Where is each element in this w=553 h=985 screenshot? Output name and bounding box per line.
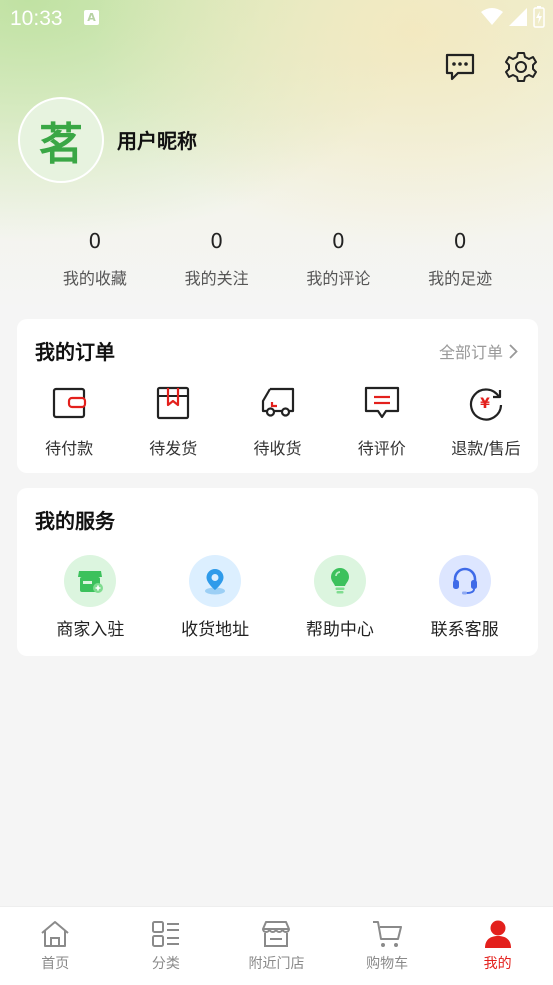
service-label: 收货地址 [181, 620, 250, 640]
truck-icon [261, 387, 294, 417]
stat-history[interactable]: 0 我的足迹 [399, 229, 521, 289]
tab-label: 分类 [151, 956, 180, 972]
order-pending-receipt[interactable]: 待收货 [225, 385, 329, 459]
stat-value: 0 [88, 229, 102, 253]
nickname[interactable]: 用户昵称 [117, 125, 197, 154]
order-label: 退款/售后 [451, 439, 521, 458]
service-icon-bg [189, 555, 242, 607]
order-pending-shipment[interactable]: 待发货 [121, 385, 225, 459]
order-label: 待发货 [149, 439, 198, 458]
order-pending-payment[interactable]: 待付款 [17, 385, 121, 459]
order-label: 待评价 [357, 439, 406, 458]
stat-following[interactable]: 0 我的关注 [156, 229, 278, 289]
service-address[interactable]: 收货地址 [153, 555, 278, 640]
headset-icon [452, 567, 477, 595]
lightbulb-icon [330, 568, 349, 594]
status-bar: 10:33 A [0, 0, 553, 38]
stat-comments[interactable]: 0 我的评论 [278, 229, 400, 289]
order-label: 待收货 [253, 439, 302, 458]
user-icon [484, 920, 511, 948]
cart-icon [373, 921, 403, 947]
order-refund[interactable]: ¥ 退款/售后 [434, 385, 538, 459]
service-label: 帮助中心 [305, 620, 374, 640]
order-status-row: 待付款 待发货 待收货 待评价 ¥ 退款/售后 [17, 385, 538, 459]
service-label: 商家入驻 [56, 620, 125, 640]
tab-label: 附近门店 [248, 956, 305, 972]
bottom-tab-bar: 首页 分类 附近门店 购物车 我的 [0, 906, 553, 985]
avatar-text: 茗 [39, 119, 83, 170]
signal-icon [509, 8, 527, 26]
service-icon-bg [64, 555, 117, 607]
service-row: 商家入驻 收货地址 帮助中心 联系客服 [17, 555, 538, 640]
order-label: 待付款 [45, 439, 94, 458]
stat-value: 0 [332, 229, 345, 253]
stat-favorites[interactable]: 0 我的收藏 [34, 229, 156, 289]
box-icon [157, 386, 190, 420]
store-icon [78, 571, 104, 593]
tab-label: 购物车 [366, 956, 409, 972]
service-customer-support[interactable]: 联系客服 [402, 555, 527, 640]
location-icon [205, 569, 226, 595]
orders-title: 我的订单 [35, 340, 115, 364]
shop-icon [262, 921, 291, 947]
category-icon [151, 921, 179, 947]
stats-row: 0 我的收藏 0 我的关注 0 我的评论 0 我的足迹 [34, 229, 521, 289]
stat-value: 0 [210, 229, 223, 253]
service-label: 联系客服 [430, 620, 499, 640]
stat-label: 我的收藏 [62, 269, 127, 288]
message-icon[interactable] [443, 50, 477, 84]
refund-icon: ¥ [469, 388, 503, 421]
tab-category[interactable]: 分类 [111, 907, 222, 985]
stat-value: 0 [453, 229, 467, 253]
notification-icon: A [84, 10, 99, 25]
order-pending-review[interactable]: 待评价 [330, 385, 434, 459]
all-orders-link[interactable]: 全部订单 [439, 339, 518, 363]
svg-text:¥: ¥ [480, 396, 490, 412]
service-icon-bg [313, 555, 366, 607]
wallet-icon [52, 387, 87, 419]
tab-label: 我的 [483, 956, 512, 972]
tab-cart[interactable]: 购物车 [332, 907, 443, 985]
service-help-center[interactable]: 帮助中心 [278, 555, 403, 640]
services-card: 我的服务 商家入驻 收货地址 帮助中心 联系客服 [17, 488, 538, 656]
orders-card: 我的订单 全部订单 待付款 待发货 待收货 待评价 ¥ 退款/售后 [17, 319, 538, 473]
stat-label: 我的足迹 [428, 269, 493, 288]
comment-icon [364, 386, 399, 419]
all-orders-label: 全部订单 [438, 343, 503, 362]
services-title: 我的服务 [35, 509, 115, 533]
battery-icon [533, 6, 545, 28]
wifi-icon [481, 8, 503, 25]
tab-nearby-stores[interactable]: 附近门店 [221, 907, 332, 985]
service-merchant-join[interactable]: 商家入驻 [28, 555, 153, 640]
service-icon-bg [438, 555, 491, 607]
avatar[interactable]: 茗 [18, 97, 104, 183]
stat-label: 我的关注 [184, 269, 249, 288]
tab-home[interactable]: 首页 [0, 907, 111, 985]
tab-label: 首页 [41, 956, 70, 972]
chevron-right-icon [509, 343, 518, 359]
status-indicators [481, 6, 545, 28]
status-time: 10:33 [10, 7, 63, 30]
stat-label: 我的评论 [306, 269, 371, 288]
tab-mine[interactable]: 我的 [442, 907, 553, 985]
settings-icon[interactable] [504, 50, 538, 84]
home-icon [41, 921, 69, 947]
